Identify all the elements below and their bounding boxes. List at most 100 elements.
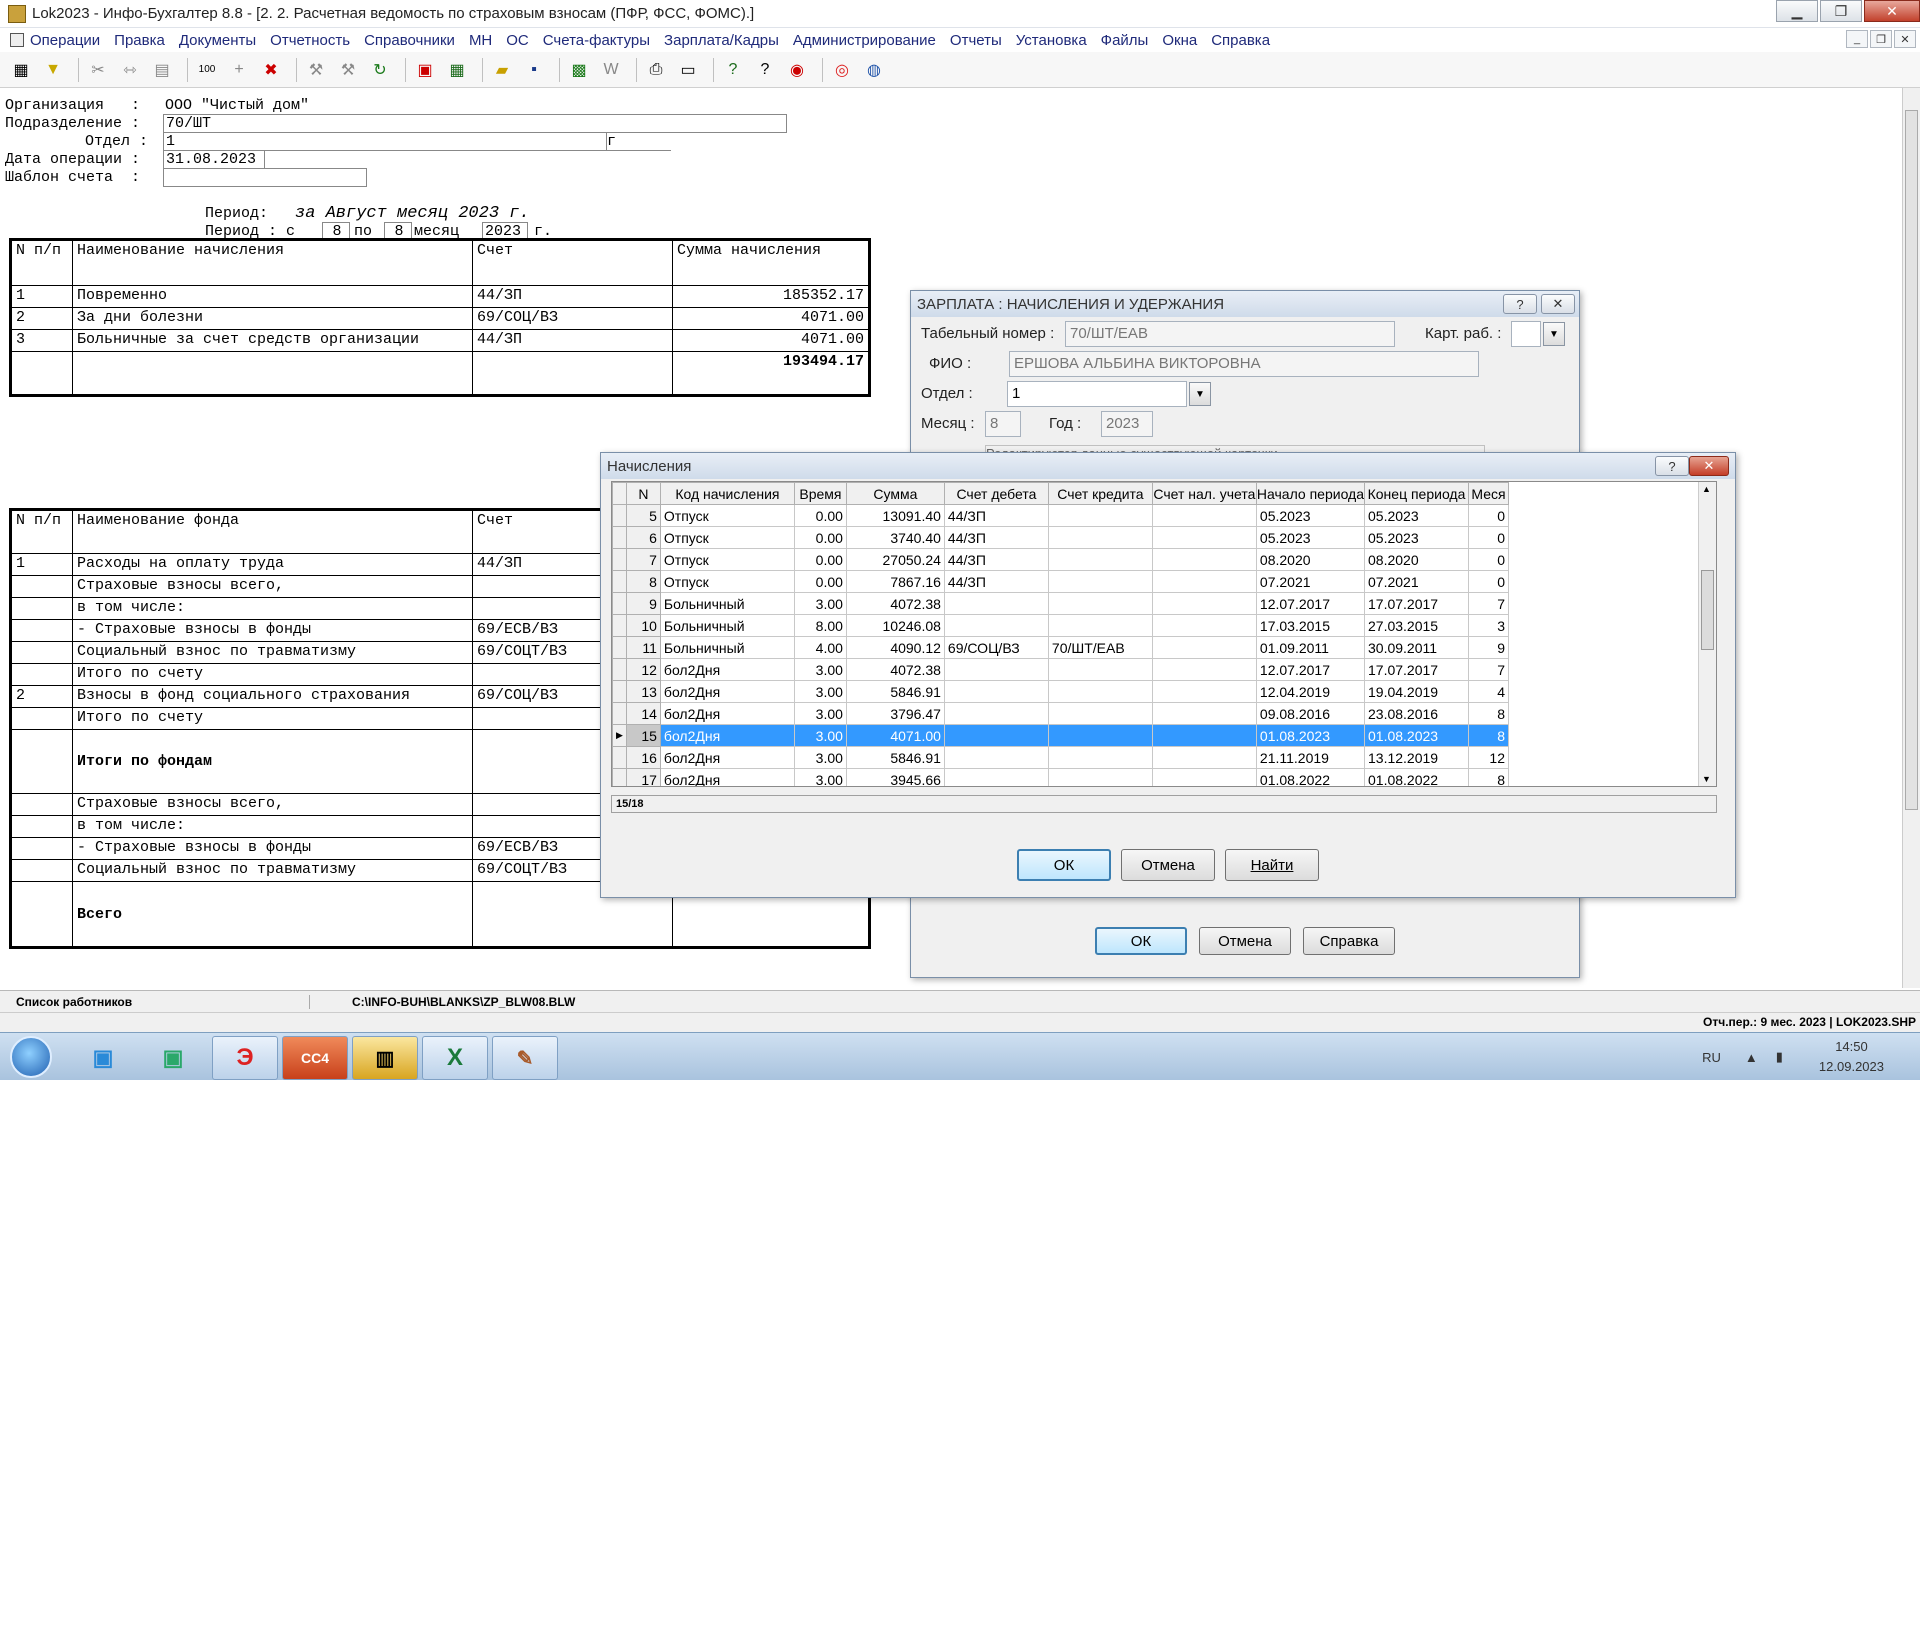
cut-icon[interactable]: ✂ bbox=[85, 57, 111, 83]
add-icon[interactable]: + bbox=[226, 57, 252, 83]
grid-cell[interactable]: 17.07.2017 bbox=[1364, 592, 1469, 615]
grid-cell[interactable]: 0.00 bbox=[793, 548, 847, 571]
paint-icon[interactable]: ✎ bbox=[492, 1036, 558, 1080]
grid-cell[interactable]: 7 bbox=[625, 548, 661, 571]
grid-cell[interactable]: 14 bbox=[625, 702, 661, 725]
menu-7[interactable]: Счета-фактуры bbox=[543, 32, 650, 49]
grid-cell[interactable] bbox=[1047, 746, 1153, 769]
month-field[interactable]: 8 bbox=[985, 411, 1021, 437]
menu-0[interactable]: Операции bbox=[30, 32, 100, 49]
salary-dialog-close-button[interactable]: ✕ bbox=[1541, 294, 1575, 314]
grid-cell[interactable]: 08.2020 bbox=[1255, 548, 1366, 571]
grid-scrollbar[interactable]: ▲ ▼ bbox=[1698, 482, 1716, 786]
grid-cell[interactable]: бол2Дня bbox=[659, 768, 795, 786]
grid-cell[interactable]: 12 bbox=[625, 658, 661, 681]
dept-field[interactable]: 70/ШТ bbox=[163, 114, 787, 133]
grid-cell[interactable] bbox=[1151, 702, 1257, 725]
scroll-down-icon[interactable]: ▼ bbox=[1702, 774, 1711, 784]
grid-cell[interactable]: 4072.38 bbox=[845, 592, 945, 615]
grid-cell[interactable] bbox=[1151, 504, 1257, 527]
otdel-dropdown-icon[interactable]: ▼ bbox=[1189, 382, 1211, 406]
tool-icon[interactable]: ⚒ bbox=[303, 57, 329, 83]
move-icon[interactable]: ⇿ bbox=[117, 57, 143, 83]
grid-cell[interactable]: 9 bbox=[1468, 636, 1509, 659]
grid-cell[interactable]: 13.12.2019 bbox=[1364, 746, 1469, 769]
grid-cell[interactable] bbox=[943, 746, 1049, 769]
grid-cell[interactable]: 44/ЗП bbox=[943, 526, 1049, 549]
grid-row[interactable]: 7 Отпуск 0.00 27050.24 44/ЗП 08.2020 08.2020 0 bbox=[612, 548, 1509, 571]
start-button[interactable] bbox=[10, 1036, 52, 1078]
grid-cell[interactable] bbox=[1151, 570, 1257, 593]
number-icon[interactable]: 100 bbox=[194, 57, 220, 83]
grid-row[interactable]: 16 бол2Дня 3.00 5846.91 21.11.2019 13.12.2019… bbox=[612, 746, 1509, 769]
mdi-restore-button[interactable]: ❐ bbox=[1870, 30, 1892, 48]
grid-cell[interactable] bbox=[1047, 570, 1153, 593]
grid-row[interactable]: 13 бол2Дня 3.00 5846.91 12.04.2019 19.04.2019… bbox=[612, 680, 1509, 703]
menu-13[interactable]: Окна bbox=[1162, 32, 1197, 49]
grid-cell[interactable] bbox=[943, 702, 1049, 725]
grid-cell[interactable]: 0 bbox=[1468, 526, 1509, 549]
accruals-cancel-button[interactable]: Отмена bbox=[1121, 849, 1215, 881]
grid-cell[interactable]: 30.09.2011 bbox=[1364, 636, 1469, 659]
grid-row[interactable]: 10 Больничный 8.00 10246.08 17.03.2015 27.03.… bbox=[612, 614, 1509, 637]
grid-cell[interactable]: бол2Дня bbox=[659, 702, 795, 725]
grid-cell[interactable] bbox=[1151, 548, 1257, 571]
grid-cell[interactable]: 0 bbox=[1468, 570, 1509, 593]
fio-field[interactable]: ЕРШОВА АЛЬБИНА ВИКТОРОВНА bbox=[1009, 351, 1479, 377]
grid-cell[interactable]: 3796.47 bbox=[845, 702, 945, 725]
grid-cell[interactable] bbox=[1047, 592, 1153, 615]
mdi-minimize-button[interactable]: _ bbox=[1846, 30, 1868, 48]
menu-11[interactable]: Установка bbox=[1016, 32, 1087, 49]
grid-cell[interactable]: 7 bbox=[1468, 658, 1509, 681]
help-icon[interactable]: ? bbox=[720, 57, 746, 83]
grid-cell[interactable]: 44/ЗП bbox=[943, 504, 1049, 527]
grid-cell[interactable]: 3740.40 bbox=[845, 526, 945, 549]
grid-scroll-thumb[interactable] bbox=[1701, 570, 1714, 650]
grid-cell[interactable]: Больничный bbox=[659, 614, 795, 637]
grid-cell[interactable]: 0 bbox=[1468, 548, 1509, 571]
grid-cell[interactable]: 6 bbox=[625, 526, 661, 549]
grid-col-header[interactable]: Начало периода bbox=[1255, 482, 1366, 505]
word-export-icon[interactable]: W bbox=[598, 57, 624, 83]
grid-cell[interactable]: 9 bbox=[625, 592, 661, 615]
calculator-icon[interactable]: ▦ bbox=[444, 57, 470, 83]
grid-cell[interactable]: бол2Дня bbox=[659, 658, 795, 681]
grid-cell[interactable]: 10246.08 bbox=[845, 614, 945, 637]
grid-cell[interactable]: 4 bbox=[1468, 680, 1509, 703]
grid-cell[interactable]: 3.00 bbox=[793, 592, 847, 615]
grid-cell[interactable] bbox=[1151, 636, 1257, 659]
globe-icon[interactable]: ◍ bbox=[861, 57, 887, 83]
grid-cell[interactable]: 44/ЗП bbox=[943, 548, 1049, 571]
grid-cell[interactable] bbox=[1151, 680, 1257, 703]
grid-cell[interactable]: 12.04.2019 bbox=[1255, 680, 1366, 703]
grid-cell[interactable] bbox=[943, 724, 1049, 747]
grid-cell[interactable]: 4071.00 bbox=[845, 724, 945, 747]
compass-icon[interactable]: ◉ bbox=[784, 57, 810, 83]
cc4-app-icon[interactable]: CC4 bbox=[282, 1036, 348, 1080]
grid-row[interactable]: 8 Отпуск 0.00 7867.16 44/ЗП 07.2021 07.2021 0 bbox=[612, 570, 1509, 593]
otdel-dialog-field[interactable]: 1 bbox=[1007, 381, 1187, 407]
grid-cell[interactable]: 3.00 bbox=[793, 658, 847, 681]
grid-cell[interactable]: 05.2023 bbox=[1255, 526, 1366, 549]
grid-cell[interactable]: 27.03.2015 bbox=[1364, 614, 1469, 637]
grid-cell[interactable]: 5846.91 bbox=[845, 746, 945, 769]
accruals-ok-button[interactable]: ОК bbox=[1017, 849, 1111, 881]
grid-cell[interactable]: 5 bbox=[625, 504, 661, 527]
grid-row[interactable]: 11 Больничный 4.00 4090.12 69/СОЦ/ВЗ 70/ШТ/ЕА… bbox=[612, 636, 1509, 659]
grid-cell[interactable]: бол2Дня bbox=[659, 680, 795, 703]
grid-cell[interactable]: 69/СОЦ/ВЗ bbox=[943, 636, 1049, 659]
grid-cell[interactable] bbox=[1151, 724, 1257, 747]
grid-cell[interactable]: 01.08.2022 bbox=[1255, 768, 1366, 786]
messenger-icon[interactable]: ▣ bbox=[70, 1036, 136, 1080]
clock[interactable]: 14:50 12.09.2023 bbox=[1819, 1037, 1884, 1077]
grid-cell[interactable]: 08.2020 bbox=[1364, 548, 1469, 571]
grid-col-header[interactable]: Меся bbox=[1468, 482, 1509, 505]
grid-cell[interactable]: 70/ШТ/ЕАВ bbox=[1047, 636, 1153, 659]
grid-cell[interactable]: 3 bbox=[1468, 614, 1509, 637]
year-field[interactable]: 2023 bbox=[1101, 411, 1153, 437]
menu-1[interactable]: Правка bbox=[114, 32, 165, 49]
grid-cell[interactable]: 09.08.2016 bbox=[1255, 702, 1366, 725]
grid-cell[interactable]: 13 bbox=[625, 680, 661, 703]
template-field[interactable] bbox=[163, 168, 367, 187]
grid-row[interactable]: 14 бол2Дня 3.00 3796.47 09.08.2016 23.08.2016… bbox=[612, 702, 1509, 725]
